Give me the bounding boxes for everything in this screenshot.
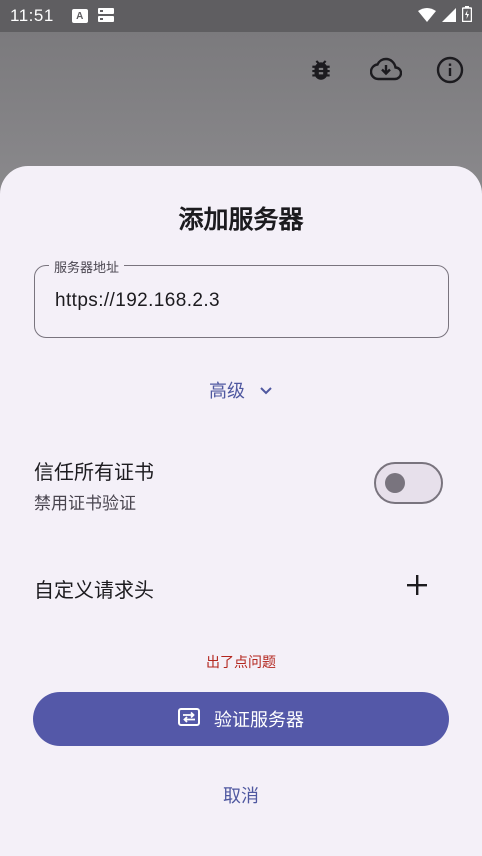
switch-knob: [385, 473, 405, 493]
add-header-plus-icon[interactable]: [402, 570, 432, 600]
info-icon[interactable]: [432, 52, 468, 88]
trust-all-certs-title: 信任所有证书: [34, 460, 154, 484]
server-address-field[interactable]: 服务器地址 https://192.168.2.3: [34, 257, 449, 338]
cancel-button[interactable]: 取消: [0, 782, 482, 808]
verify-icon: [178, 707, 200, 731]
status-bar: 11:51 A: [0, 0, 482, 32]
error-message: 出了点问题: [206, 655, 276, 671]
advanced-toggle[interactable]: 高级: [0, 377, 482, 403]
storage-icon: [97, 7, 114, 26]
verify-server-button[interactable]: 验证服务器: [33, 692, 449, 746]
custom-headers-label: 自定义请求头: [34, 578, 154, 602]
status-icons-left: A: [71, 7, 114, 26]
dialog-title: 添加服务器: [178, 205, 304, 234]
chevron-down-icon: [259, 380, 273, 401]
server-address-input[interactable]: https://192.168.2.3: [55, 290, 220, 312]
trust-all-certs-row: 信任所有证书 禁用证书验证: [34, 456, 154, 514]
cloud-download-icon[interactable]: [368, 52, 404, 88]
server-address-label: 服务器地址: [49, 257, 125, 276]
a-icon: A: [71, 9, 88, 23]
status-icons-right: [418, 6, 473, 26]
add-server-sheet: 添加服务器 服务器地址 https://192.168.2.3 高级 信任所有证…: [0, 166, 482, 856]
status-time: 11:51: [10, 6, 54, 25]
advanced-label: 高级: [209, 381, 245, 402]
bug-icon[interactable]: [303, 52, 339, 88]
signal-icon: [442, 7, 456, 26]
trust-all-certs-subtitle: 禁用证书验证: [34, 494, 136, 514]
battery-icon: [461, 6, 473, 26]
trust-all-certs-switch[interactable]: [374, 462, 443, 504]
wifi-icon: [418, 7, 436, 26]
verify-server-label: 验证服务器: [214, 710, 304, 731]
